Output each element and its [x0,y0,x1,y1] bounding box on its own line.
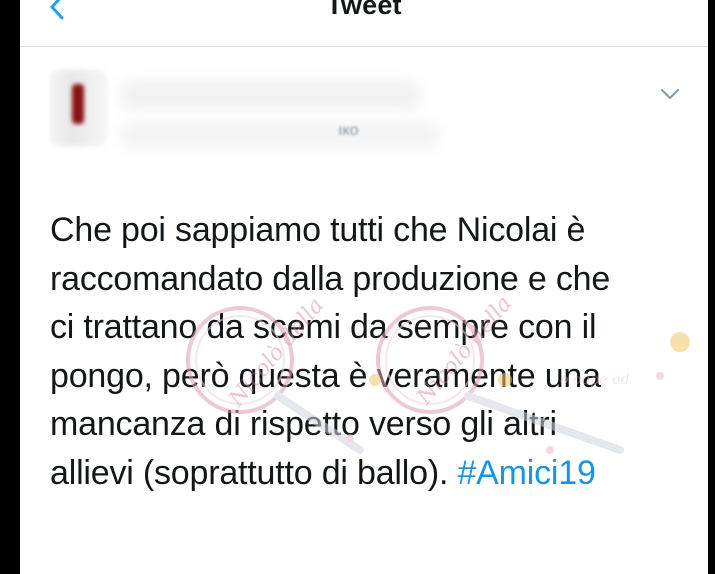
chevron-down-icon [661,89,679,99]
tweet-menu-button[interactable] [658,84,682,104]
author-handle-fragment: ıко [338,122,359,139]
tweet-line: raccomandato dalla produzione e che [50,259,611,298]
avatar[interactable] [50,70,108,146]
tweet-line: Che poi sappiamo tutti che Nicolai è [50,211,586,249]
tweet-line: ci trattano da scemi da sempre con il [50,308,597,346]
author-handle-redacted [120,122,440,148]
tweet-detail-screen: Tweet ıко Che poi sappiamo tutti che Nic… [20,0,708,574]
navigation-bar: Tweet [20,0,708,47]
tweet-line: mancanza di rispetto verso gli altri [50,405,557,443]
tweet-line-text: allievi (soprattutto di ballo). [50,453,458,492]
author-name-redacted [120,80,420,110]
page-title: Tweet [326,0,402,20]
tweet-text: Che poi sappiamo tutti che Nicolai è rac… [50,206,700,497]
hashtag-link[interactable]: #Amici19 [457,454,595,492]
tweet-line: pongo, però questa è veramente una [50,356,601,395]
tweet-author[interactable]: ıко [50,70,650,180]
tweet-line-last: allievi (soprattutto di ballo). #Amici19 [50,449,700,498]
